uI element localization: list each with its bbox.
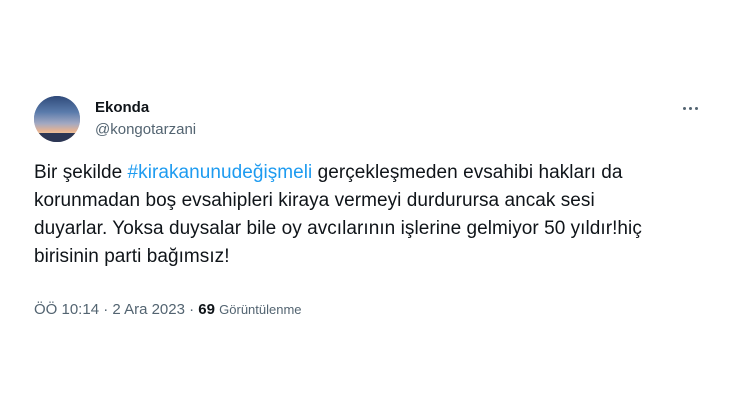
display-name[interactable]: Ekonda [95, 99, 196, 117]
more-options-button[interactable] [676, 98, 704, 118]
tweet-line: Bir şekilde #kirakanunudeğişmeli gerçekl… [34, 159, 694, 187]
meta-separator: · [99, 301, 113, 318]
user-info: Ekonda @kongotarzani [95, 99, 196, 139]
tweet-card: Ekonda @kongotarzani Bir şekilde #kiraka… [0, 0, 730, 420]
user-handle[interactable]: @kongotarzani [95, 121, 196, 139]
tweet-time[interactable]: ÖÖ 10:14 [34, 301, 99, 318]
tweet-line: duyarlar. Yoksa duysalar bile oy avcılar… [34, 218, 642, 239]
tweet-date[interactable]: 2 Ara 2023 [112, 301, 185, 318]
tweet-meta: ÖÖ 10:14 · 2 Ara 2023 · 69 Görüntülenme [34, 300, 302, 320]
hashtag-link[interactable]: #kirakanunudeğişmeli [128, 162, 313, 183]
views-count: 69 [198, 301, 215, 318]
more-icon [682, 106, 686, 110]
tweet-text-segment: Bir şekilde [34, 162, 128, 183]
more-icon-dot [694, 106, 698, 110]
tweet-line: korunmadan boş evsahipleri kiraya vermey… [34, 190, 595, 211]
more-icon-dot [688, 106, 692, 110]
tweet-text-segment: gerçekleşmeden evsahibi hakları da [312, 162, 623, 183]
views-label: Görüntülenme [219, 302, 302, 317]
avatar-image [34, 96, 80, 142]
avatar[interactable] [34, 96, 80, 142]
tweet-line: birisinin parti bağımsız! [34, 246, 230, 267]
tweet-text: Bir şekilde #kirakanunudeğişmeli gerçekl… [34, 159, 694, 271]
meta-separator: · [184, 301, 199, 318]
